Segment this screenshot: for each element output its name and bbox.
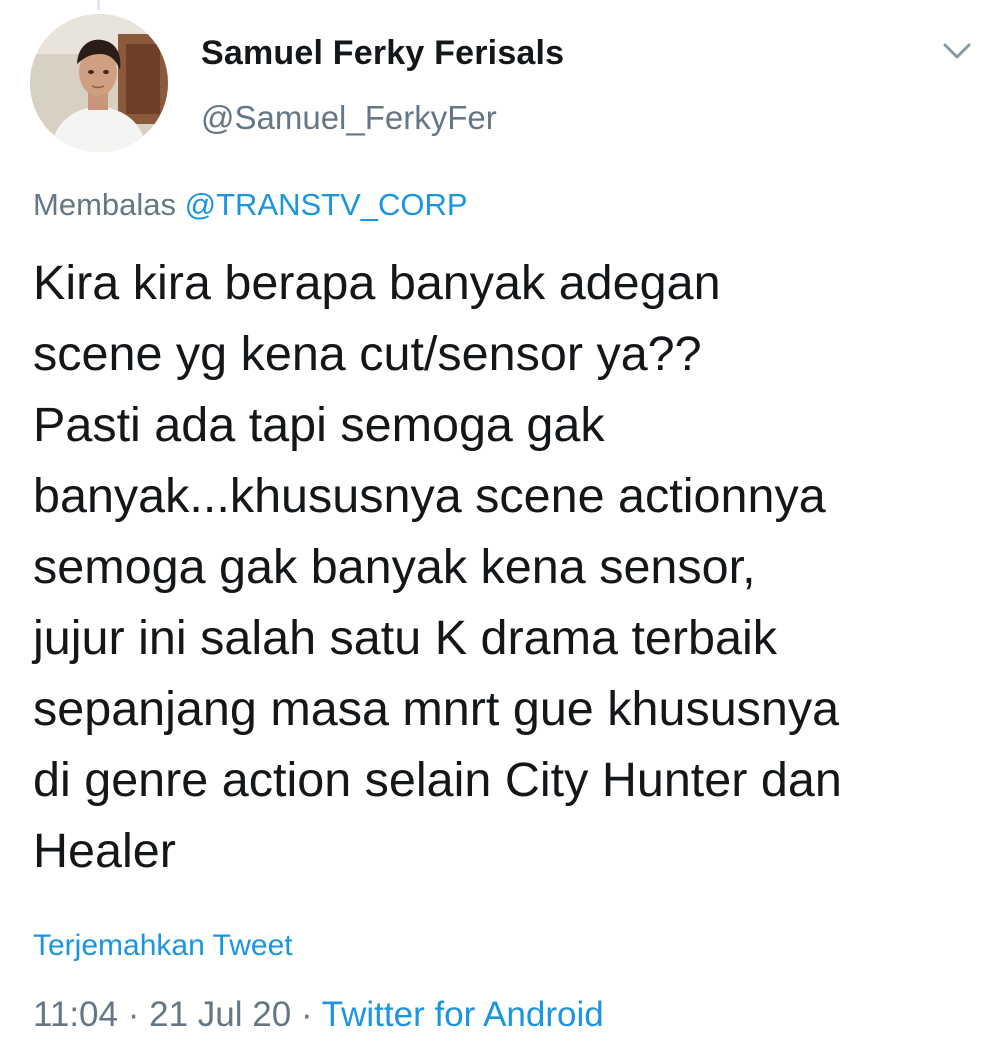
user-display-name[interactable]: Samuel Ferky Ferisals <box>201 34 564 73</box>
reply-context: Membalas @TRANSTV_CORP <box>33 187 468 223</box>
tweet-date: 21 Jul 20 <box>149 995 292 1034</box>
tweet-text: Kira kira berapa banyak adegan scene yg … <box>33 256 842 878</box>
user-handle[interactable]: @Samuel_FerkyFer <box>201 99 497 137</box>
reply-mention-link[interactable]: @TRANSTV_CORP <box>185 187 468 222</box>
chevron-down-icon[interactable] <box>937 36 977 66</box>
meta-separator: · <box>291 995 322 1034</box>
tweet-source-link[interactable]: Twitter for Android <box>322 995 604 1034</box>
avatar[interactable] <box>30 14 168 152</box>
thread-connector-line <box>97 0 100 10</box>
tweet-time: 11:04 <box>33 995 118 1034</box>
reply-prefix: Membalas <box>33 187 185 222</box>
avatar-image <box>30 14 168 152</box>
meta-separator: · <box>118 995 150 1034</box>
tweet-meta: 11:04 · 21 Jul 20 · Twitter for Android <box>33 995 604 1035</box>
translate-tweet-link[interactable]: Terjemahkan Tweet <box>33 929 293 963</box>
